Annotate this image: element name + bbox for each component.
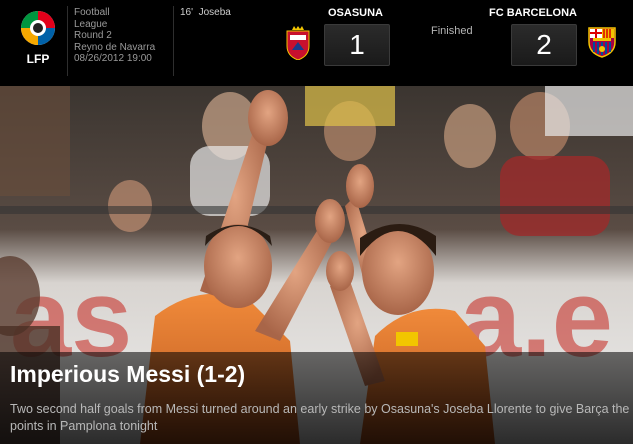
away-team-name[interactable]: FC BARCELONA (489, 7, 577, 19)
home-score: 1 (324, 24, 390, 66)
match-status: Finished (431, 25, 473, 37)
match-round: Round 2 (74, 30, 112, 41)
article-summary: Two second half goals from Messi turned … (10, 402, 630, 433)
barcelona-crest-icon[interactable] (587, 26, 617, 58)
match-header: LFP Football League Round 2 Reyno de Nav… (0, 0, 633, 86)
goal-scorer: 16' Joseba (180, 7, 231, 18)
lfp-logo: LFP (16, 8, 60, 68)
divider (67, 6, 68, 76)
match-info: Football League Round 2 Reyno de Navarra… (74, 7, 174, 65)
match-venue: Reyno de Navarra (74, 41, 156, 53)
divider (173, 6, 174, 76)
article-headline[interactable]: Imperious Messi (1-2) (10, 361, 245, 388)
match-sport: Football (74, 7, 110, 18)
osasuna-crest-icon[interactable] (285, 26, 311, 61)
lfp-logo-text: LFP (27, 52, 50, 66)
article-caption[interactable]: Imperious Messi (1-2) Two second half go… (0, 352, 633, 444)
match-competition: League (74, 18, 108, 30)
match-datetime: 08/26/2012 19:00 (74, 53, 152, 64)
away-score: 2 (511, 24, 577, 66)
home-team-name[interactable]: OSASUNA (328, 7, 383, 19)
